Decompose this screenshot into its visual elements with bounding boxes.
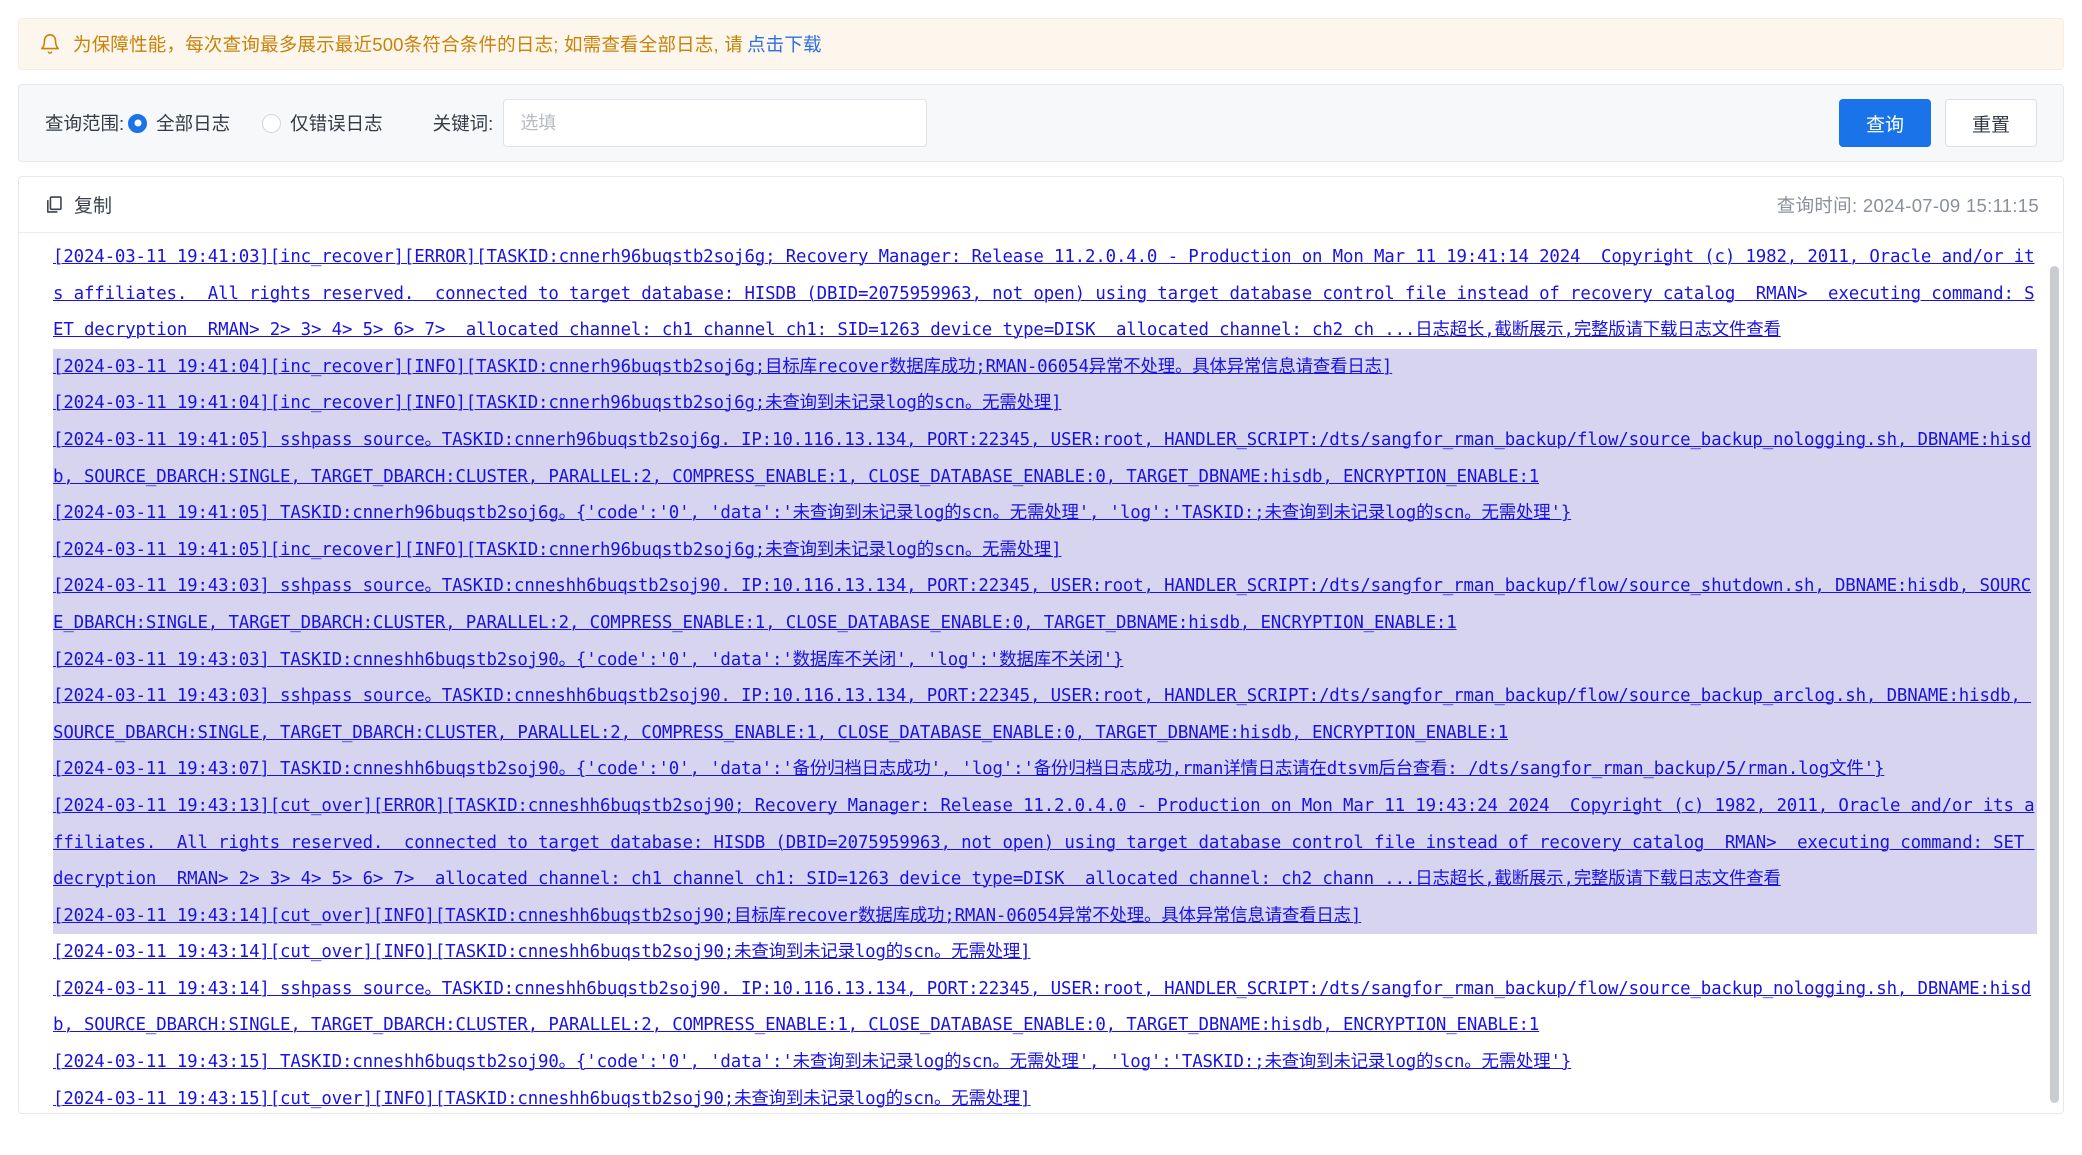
log-line[interactable]: [2024-03-11 19:43:03] sshpass source。TAS…	[53, 678, 2037, 752]
log-line[interactable]: [2024-03-11 19:41:05][inc_recover][INFO]…	[53, 531, 2037, 569]
log-line[interactable]: [2024-03-11 19:43:14][cut_over][INFO][TA…	[53, 897, 2037, 935]
radio-error-logs-dot	[262, 113, 282, 133]
copy-button-label: 复制	[74, 196, 113, 217]
log-line[interactable]: [2024-03-11 19:43:13][cut_over][ERROR][T…	[53, 787, 2037, 898]
scope-radio-group: 全部日志 仅错误日志	[128, 110, 415, 136]
filter-bar: 查询范围: 全部日志 仅错误日志 关键词: 查询 重置	[18, 84, 2064, 162]
radio-all-logs-label: 全部日志	[156, 113, 231, 134]
query-time-label: 查询时间:	[1776, 194, 1858, 216]
performance-notice-banner: 为保障性能，每次查询最多展示最近500条符合条件的日志; 如需查看全部日志, 请…	[18, 18, 2064, 70]
log-line[interactable]: [2024-03-11 19:43:14] sshpass source。TAS…	[53, 971, 2037, 1044]
log-line[interactable]: [2024-03-11 19:43:07] TASKID:cnneshh6buq…	[53, 751, 2037, 788]
download-link[interactable]: 点击下载	[747, 31, 822, 57]
bell-icon	[39, 33, 61, 55]
radio-error-logs[interactable]: 仅错误日志	[262, 110, 383, 136]
radio-error-logs-label: 仅错误日志	[290, 113, 383, 134]
log-panel-header: 复制 查询时间: 2024-07-09 15:11:15	[19, 177, 2063, 233]
query-button[interactable]: 查询	[1839, 99, 1931, 147]
log-line[interactable]: [2024-03-11 19:41:03][inc_recover][ERROR…	[53, 239, 2037, 349]
log-line[interactable]: [2024-03-11 19:41:04][inc_recover][INFO]…	[53, 385, 2037, 422]
radio-all-logs[interactable]: 全部日志	[128, 110, 230, 136]
log-line[interactable]: [2024-03-11 19:43:03] sshpass source。TAS…	[53, 568, 2037, 642]
keyword-label: 关键词:	[432, 113, 494, 134]
scope-label: 查询范围:	[45, 113, 125, 134]
log-line[interactable]: [2024-03-11 19:43:03] TASKID:cnneshh6buq…	[53, 641, 2037, 679]
log-scroll-container[interactable]: [2024-03-11 19:41:03][inc_recover][ERROR…	[19, 233, 2063, 1113]
notice-text: 为保障性能，每次查询最多展示最近500条符合条件的日志; 如需查看全部日志, 请	[73, 34, 743, 55]
reset-button[interactable]: 重置	[1945, 99, 2037, 147]
copy-button[interactable]: 复制	[43, 191, 112, 218]
log-query-page: 为保障性能，每次查询最多展示最近500条符合条件的日志; 如需查看全部日志, 请…	[0, 18, 2082, 1155]
query-time: 查询时间: 2024-07-09 15:11:15	[1777, 192, 2039, 218]
log-line[interactable]: [2024-03-11 19:41:04][inc_recover][INFO]…	[53, 348, 2037, 386]
query-time-value: 2024-07-09 15:11:15	[1862, 194, 2039, 216]
log-line[interactable]: [2024-03-11 19:41:05] TASKID:cnnerh96buq…	[53, 495, 2037, 532]
log-line-list: [2024-03-11 19:41:03][inc_recover][ERROR…	[19, 239, 2063, 1113]
filter-actions: 查询 重置	[1839, 99, 2037, 147]
log-line[interactable]: [2024-03-11 19:43:14][cut_over][INFO][TA…	[53, 934, 2037, 971]
keyword-input[interactable]	[503, 99, 928, 147]
log-result-panel: 复制 查询时间: 2024-07-09 15:11:15 [2024-03-11…	[18, 176, 2064, 1114]
log-scrollbar-thumb[interactable]	[2050, 266, 2059, 1103]
copy-icon	[43, 194, 64, 215]
log-line[interactable]: [2024-03-11 19:41:05] sshpass source。TAS…	[53, 421, 2037, 496]
log-scrollbar[interactable]	[2049, 239, 2059, 1109]
log-line[interactable]: [2024-03-11 19:43:15][cut_over][INFO][TA…	[53, 1081, 2037, 1113]
radio-all-logs-dot	[128, 113, 148, 133]
log-line[interactable]: [2024-03-11 19:43:15] TASKID:cnneshh6buq…	[53, 1044, 2037, 1081]
